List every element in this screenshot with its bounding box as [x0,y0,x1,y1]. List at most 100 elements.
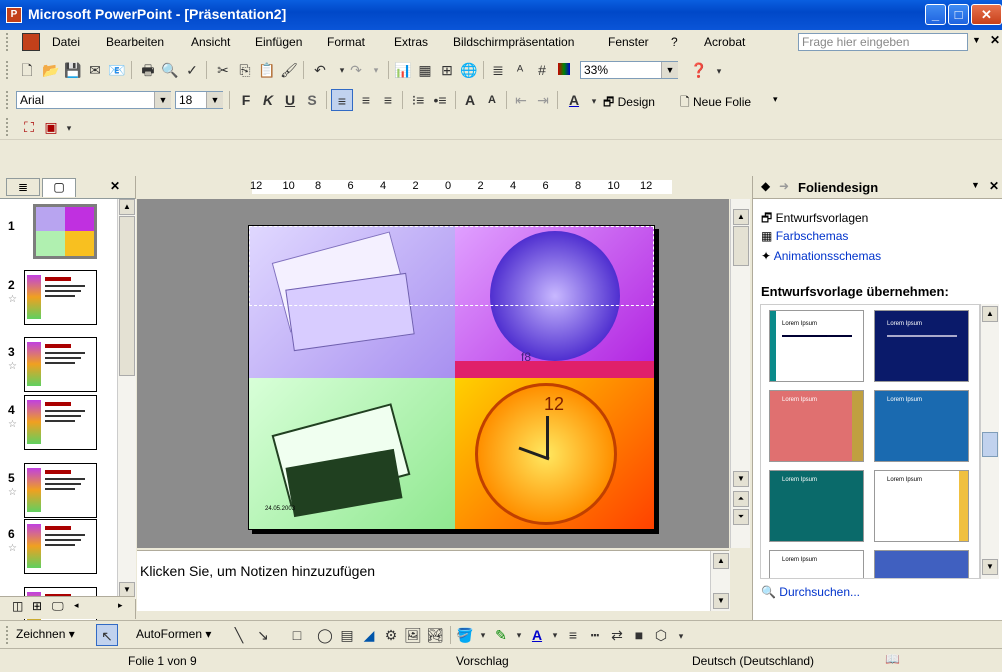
slides-scrollbar[interactable]: ▲ ▼ [117,199,136,599]
permission-icon[interactable]: ✉ [84,59,106,81]
notes-pane[interactable]: Klicken Sie, um Notizen hinzuzufügen ▲ ▼ [137,550,730,611]
maximize-button[interactable]: □ [948,4,969,25]
template-thumbnail[interactable]: Lorem Ipsum [874,470,969,542]
previous-slide-icon[interactable]: ⏶ [733,491,749,507]
template-thumbnail[interactable]: Lorem Ipsum [769,470,864,542]
scroll-up-icon[interactable]: ▲ [119,199,135,215]
dash-style-icon[interactable]: ┅ [584,624,606,646]
clipart-icon[interactable]: 🖼 [402,624,424,646]
help-icon[interactable]: ❓ [688,59,710,81]
shadow-button[interactable]: S [301,89,323,111]
show-formatting-icon[interactable]: ᴬ [509,59,531,81]
italic-button[interactable]: K [257,89,279,111]
animation-schemes-link[interactable]: ✦ Animationsschemas [761,249,881,263]
cut-icon[interactable]: ✂ [212,59,234,81]
new-slide-button[interactable]: 🗋 Neue Folie [680,93,751,114]
line-style-icon[interactable]: ≡ [562,624,584,646]
print-preview-icon[interactable]: 🔍 [159,59,181,81]
align-left-icon[interactable]: ≡ [331,89,353,111]
font-color-icon[interactable]: A [563,89,585,111]
toolbar-grip[interactable] [6,33,11,51]
spelling-status-icon[interactable]: 📖 [885,652,900,666]
close-task-pane-icon[interactable]: ✕ [989,179,999,193]
redo-dropdown-icon[interactable]: ▾ [365,59,387,81]
design-button[interactable]: 🗗 Design [603,93,655,114]
menu-ansicht[interactable]: Ansicht [185,30,236,54]
increase-indent-icon[interactable]: ⇥ [532,89,554,111]
decrease-font-icon[interactable]: A [481,89,503,111]
menu-bildschirmpraesentation[interactable]: Bildschirmpräsentation [447,30,580,54]
menu-einfuegen[interactable]: Einfügen [249,30,308,54]
paste-icon[interactable]: 📋 [256,59,278,81]
font-color-dropdown-icon[interactable]: ▾ [583,90,605,112]
template-thumbnail[interactable] [874,550,969,578]
wordart-icon[interactable]: ◢ [358,624,380,646]
menu-fenster[interactable]: Fenster [602,30,655,54]
menu-format[interactable]: Format [321,30,371,54]
template-thumbnail[interactable]: Lorem Ipsum [874,310,969,382]
menu-datei[interactable]: Datei [46,30,86,54]
email-icon[interactable]: 📧 [106,59,128,81]
normal-view-icon[interactable]: ◫ [12,599,23,613]
copy-icon[interactable]: ⎘ [234,59,256,81]
new-icon[interactable]: 🗋 [16,59,38,81]
increase-font-icon[interactable]: A [459,89,481,111]
draw-menu[interactable]: Zeichnen ▾ [16,627,75,641]
font-field[interactable]: Arial [16,91,171,109]
template-thumbnail[interactable]: Lorem Ipsum [874,390,969,462]
insert-table-icon[interactable]: ▦ [414,59,436,81]
slideshow-view-icon[interactable]: 🖵 [52,599,64,614]
toolbar-grip[interactable] [6,118,11,136]
pdf-convert-icon[interactable]: ⛶ [18,116,40,138]
scroll-thumb[interactable] [119,216,135,376]
arrow-icon[interactable]: ↘ [252,624,274,646]
insert-chart-icon[interactable]: 📊 [392,59,414,81]
toolbar-options-icon[interactable]: ▾ [708,60,730,82]
toolbar-grip[interactable] [6,91,11,109]
slides-tab[interactable]: ▢ [42,178,76,197]
scroll-right-icon[interactable]: ▸ [118,600,123,611]
save-icon[interactable]: 💾 [62,59,84,81]
powerpoint-icon[interactable]: P [6,7,22,23]
arrow-style-icon[interactable]: ⇄ [606,624,628,646]
color-schemes-link[interactable]: ▦ Farbschemas [761,229,848,243]
scroll-up-icon[interactable]: ▲ [713,553,729,569]
numbering-icon[interactable]: ⁝≡ [407,89,429,111]
toolbar-grip[interactable] [6,626,11,644]
menu-acrobat[interactable]: Acrobat [698,30,751,54]
autoshapes-menu[interactable]: AutoFormen ▾ [136,627,211,641]
gallery-scrollbar[interactable]: ▲ ▼ [980,304,999,579]
document-icon[interactable] [22,33,40,51]
scroll-down-icon[interactable]: ▼ [713,593,729,609]
menu-help[interactable]: ? [665,30,684,54]
oval-icon[interactable]: ◯ [314,624,336,646]
forward-icon[interactable]: ➜ [779,179,789,193]
spellcheck-icon[interactable]: ✓ [181,59,203,81]
shadow-style-icon[interactable]: ■ [628,624,650,646]
back-icon[interactable]: ◆ [761,179,770,193]
toolbar-options-icon[interactable]: ▾ [670,625,692,647]
expand-all-icon[interactable]: ≣ [487,59,509,81]
slide-thumbnail[interactable] [24,395,97,450]
format-painter-icon[interactable]: 🖌 [278,59,300,81]
toolbar-options-icon[interactable]: ▾ [773,94,778,105]
tables-borders-icon[interactable]: ⊞ [436,59,458,81]
print-icon[interactable]: 🖶 [137,59,159,81]
bullets-icon[interactable]: •≡ [429,89,451,111]
close-panel-icon[interactable]: ✕ [110,179,120,193]
3d-style-icon[interactable]: ⬡ [650,624,672,646]
undo-icon[interactable]: ↶ [309,59,331,81]
menu-bearbeiten[interactable]: Bearbeiten [100,30,170,54]
design-templates-link[interactable]: 🗗 Entwurfsvorlagen [761,209,868,230]
redo-icon[interactable]: ↷ [345,59,367,81]
color-grayscale-icon[interactable] [553,59,575,81]
outline-tab[interactable]: ≣ [6,178,40,196]
slide-thumbnail[interactable] [24,337,97,392]
browse-link[interactable]: 🔍 Durchsuchen... [761,585,860,599]
grid-icon[interactable]: # [531,59,553,81]
rectangle-icon[interactable]: □ [286,624,308,646]
size-dropdown-icon[interactable]: ▼ [206,92,223,108]
slide[interactable]: 12 f8 24.05.2003 [248,225,655,530]
toolbar-grip[interactable] [6,61,11,79]
scroll-thumb[interactable] [733,226,749,266]
